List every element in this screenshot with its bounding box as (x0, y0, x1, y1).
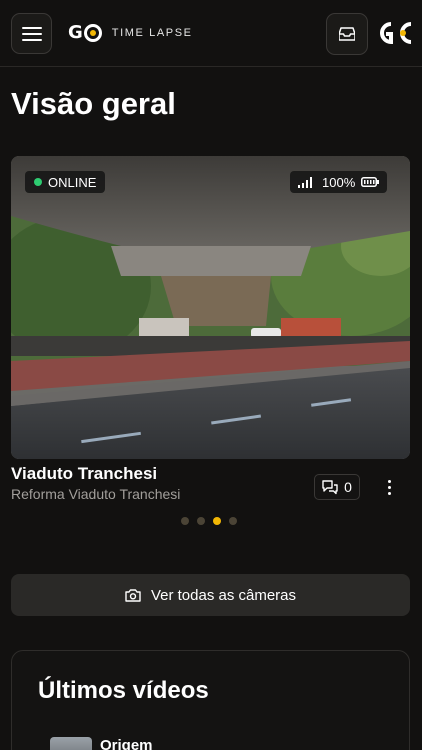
carousel-dot[interactable] (229, 517, 237, 525)
account-logo[interactable] (377, 18, 413, 48)
comments-count: 0 (344, 479, 352, 495)
video-thumbnail[interactable] (50, 737, 92, 750)
camera-icon (125, 589, 141, 602)
comments-button[interactable]: 0 (314, 474, 360, 500)
view-all-cameras-button[interactable]: Ver todas as câmeras (11, 574, 410, 616)
carousel-dot-active[interactable] (213, 517, 221, 525)
online-status-badge: ONLINE (25, 171, 106, 193)
top-bar: G TIME LAPSE (0, 0, 422, 67)
inbox-button[interactable] (326, 13, 368, 55)
carousel-dot[interactable] (181, 517, 189, 525)
logo-subtitle: TIME LAPSE (111, 26, 193, 39)
more-vertical-icon (387, 479, 391, 483)
camera-name[interactable]: Viaduto Tranchesi (11, 464, 157, 484)
carousel-indicator (181, 517, 237, 525)
view-all-cameras-label: Ver todas as câmeras (150, 586, 297, 604)
status-text: ONLINE (48, 174, 97, 190)
video-name[interactable]: Origem (100, 737, 153, 750)
device-status-badge: 100% (290, 171, 388, 193)
signal-icon (298, 176, 312, 188)
latest-videos-title: Últimos vídeos (38, 677, 209, 704)
battery-icon (361, 177, 380, 187)
battery-level: 100% (322, 174, 356, 190)
menu-button[interactable] (11, 13, 52, 54)
comment-icon (322, 479, 338, 494)
logo-mark: G (68, 22, 102, 43)
inbox-icon (339, 27, 355, 41)
hamburger-icon (21, 26, 42, 41)
camera-preview[interactable]: ONLINE 100% (11, 156, 410, 459)
camera-snapshot (11, 156, 410, 459)
more-options-button[interactable] (380, 477, 398, 497)
latest-videos-panel: Últimos vídeos Origem (11, 650, 410, 750)
online-dot-icon (34, 178, 42, 186)
camera-project: Reforma Viaduto Tranchesi (11, 486, 181, 502)
page-title: Visão geral (11, 86, 176, 121)
carousel-dot[interactable] (197, 517, 205, 525)
app-logo[interactable]: G TIME LAPSE (68, 22, 193, 43)
account-logo-icon (380, 22, 412, 45)
